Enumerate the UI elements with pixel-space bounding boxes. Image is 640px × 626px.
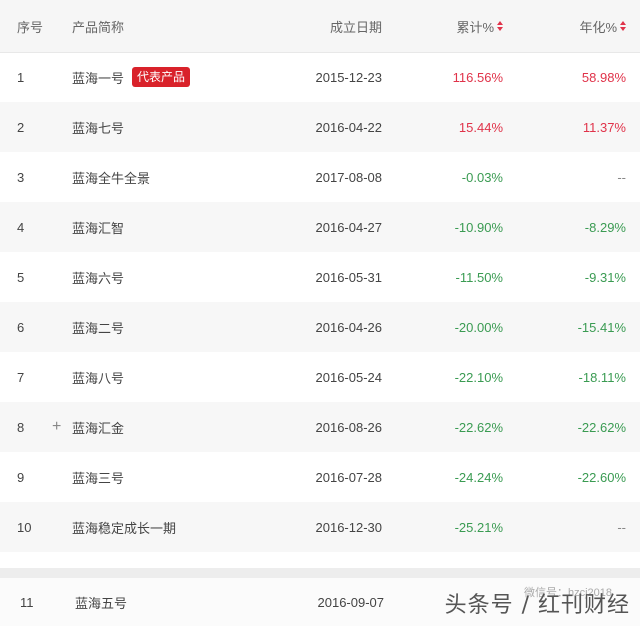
row-index: 10	[17, 519, 32, 535]
row-date: 2016-09-07	[317, 594, 385, 610]
product-name[interactable]: 蓝海七号	[72, 118, 124, 137]
row-date: 2016-12-30	[315, 519, 383, 535]
row-date: 2015-12-23	[315, 69, 383, 85]
product-name[interactable]: 蓝海全牛全景	[72, 168, 150, 187]
row-index: 3	[17, 169, 25, 185]
row-index: 6	[17, 319, 25, 335]
row-date: 2016-04-26	[315, 319, 383, 335]
row-index: 7	[17, 369, 25, 385]
row-date: 2016-04-27	[315, 219, 383, 235]
row-index: 4	[17, 219, 25, 235]
row-annualized: 58.98%	[581, 69, 626, 85]
row-annualized: --	[617, 519, 626, 535]
product-name[interactable]: 蓝海三号	[72, 468, 124, 487]
row-cumulative: -22.62%	[454, 419, 503, 435]
product-name[interactable]: 蓝海二号	[72, 318, 124, 337]
header-annualized[interactable]: 年化%	[579, 0, 626, 52]
table-row[interactable]: 6 蓝海二号 2016-04-26 -20.00% -15.41%	[0, 302, 640, 352]
row-name[interactable]: 蓝海五号	[75, 578, 127, 626]
row-name[interactable]: 蓝海全牛全景	[72, 152, 150, 202]
row-cumulative: -25.21%	[454, 519, 503, 535]
row-annualized: -18.11%	[578, 369, 626, 385]
row-date: 2016-04-22	[315, 119, 383, 135]
row-annualized: -15.41%	[577, 319, 626, 335]
row-name[interactable]: 蓝海六号	[72, 252, 124, 302]
row-annualized: -9.31%	[584, 269, 626, 285]
watermark-large: 头条号 / 红刊财经	[444, 593, 630, 618]
row-cumulative: -20.00%	[454, 319, 503, 335]
section-divider	[0, 568, 640, 578]
table-row[interactable]: 5 蓝海六号 2016-05-31 -11.50% -9.31%	[0, 252, 640, 302]
header-date: 成立日期	[329, 19, 382, 35]
row-date: 2016-08-26	[315, 419, 383, 435]
row-index: 8	[17, 419, 25, 435]
product-name[interactable]: 蓝海汇智	[72, 218, 124, 237]
product-name[interactable]: 蓝海稳定成长一期	[72, 518, 176, 537]
product-name[interactable]: 蓝海八号	[72, 368, 124, 387]
row-name[interactable]: 蓝海汇智	[72, 202, 124, 252]
row-index: 9	[17, 469, 25, 485]
row-annualized: 11.37%	[582, 119, 626, 135]
table-header: 序号 产品简称 成立日期 累计% 年化%	[0, 0, 640, 53]
product-name[interactable]: 蓝海六号	[72, 268, 124, 287]
row-cumulative: -22.10%	[454, 369, 503, 385]
row-annualized: -22.60%	[577, 469, 626, 485]
row-name[interactable]: 蓝海三号	[72, 452, 124, 502]
row-cumulative: 15.44%	[458, 119, 503, 135]
row-index: 2	[17, 119, 25, 135]
header-cumulative[interactable]: 累计%	[456, 0, 503, 52]
sort-icon[interactable]	[497, 21, 503, 31]
row-cumulative: -24.24%	[454, 469, 503, 485]
row-cumulative: 116.56%	[452, 69, 503, 85]
row-cumulative: -0.03%	[461, 169, 503, 185]
row-index: 11	[20, 594, 34, 610]
row-name[interactable]: 蓝海七号	[72, 102, 124, 152]
representative-badge: 代表产品	[132, 67, 191, 87]
table-row[interactable]: 1 蓝海一号 代表产品 2015-12-23 116.56% 58.98%	[0, 52, 640, 102]
row-annualized: -22.62%	[577, 419, 626, 435]
row-name[interactable]: 蓝海汇金	[72, 402, 124, 452]
row-cumulative: -11.50%	[455, 269, 503, 285]
row-name[interactable]: 蓝海一号 代表产品	[72, 52, 191, 102]
product-name[interactable]: 蓝海汇金	[72, 418, 124, 437]
row-date: 2017-08-08	[315, 169, 383, 185]
row-name[interactable]: 蓝海稳定成长一期	[72, 502, 176, 552]
row-date: 2016-05-31	[315, 269, 383, 285]
product-name[interactable]: 蓝海一号	[72, 68, 124, 87]
row-date: 2016-07-28	[315, 469, 383, 485]
table-row[interactable]: 10 蓝海稳定成长一期 2016-12-30 -25.21% --	[0, 502, 640, 552]
row-index: 5	[17, 269, 25, 285]
header-cumulative-label: 累计%	[456, 19, 494, 35]
table-row[interactable]: 2 蓝海七号 2016-04-22 15.44% 11.37%	[0, 102, 640, 152]
row-index: 1	[17, 69, 25, 85]
row-annualized: -8.29%	[584, 219, 626, 235]
header-name: 产品简称	[72, 19, 125, 35]
row-annualized: --	[617, 169, 626, 185]
header-index: 序号	[17, 19, 44, 35]
table-row[interactable]: 9 蓝海三号 2016-07-28 -24.24% -22.60%	[0, 452, 640, 502]
sort-icon[interactable]	[620, 21, 626, 31]
expand-icon[interactable]: +	[52, 402, 61, 452]
row-name[interactable]: 蓝海二号	[72, 302, 124, 352]
row-date: 2016-05-24	[315, 369, 383, 385]
row-cumulative: -10.90%	[454, 219, 503, 235]
table-row[interactable]: 7 蓝海八号 2016-05-24 -22.10% -18.11%	[0, 352, 640, 402]
row-name[interactable]: 蓝海八号	[72, 352, 124, 402]
table-row[interactable]: 3 蓝海全牛全景 2017-08-08 -0.03% --	[0, 152, 640, 202]
table-row[interactable]: 4 蓝海汇智 2016-04-27 -10.90% -8.29%	[0, 202, 640, 252]
table-row[interactable]: 8 + 蓝海汇金 2016-08-26 -22.62% -22.62%	[0, 402, 640, 452]
header-annualized-label: 年化%	[579, 19, 617, 35]
